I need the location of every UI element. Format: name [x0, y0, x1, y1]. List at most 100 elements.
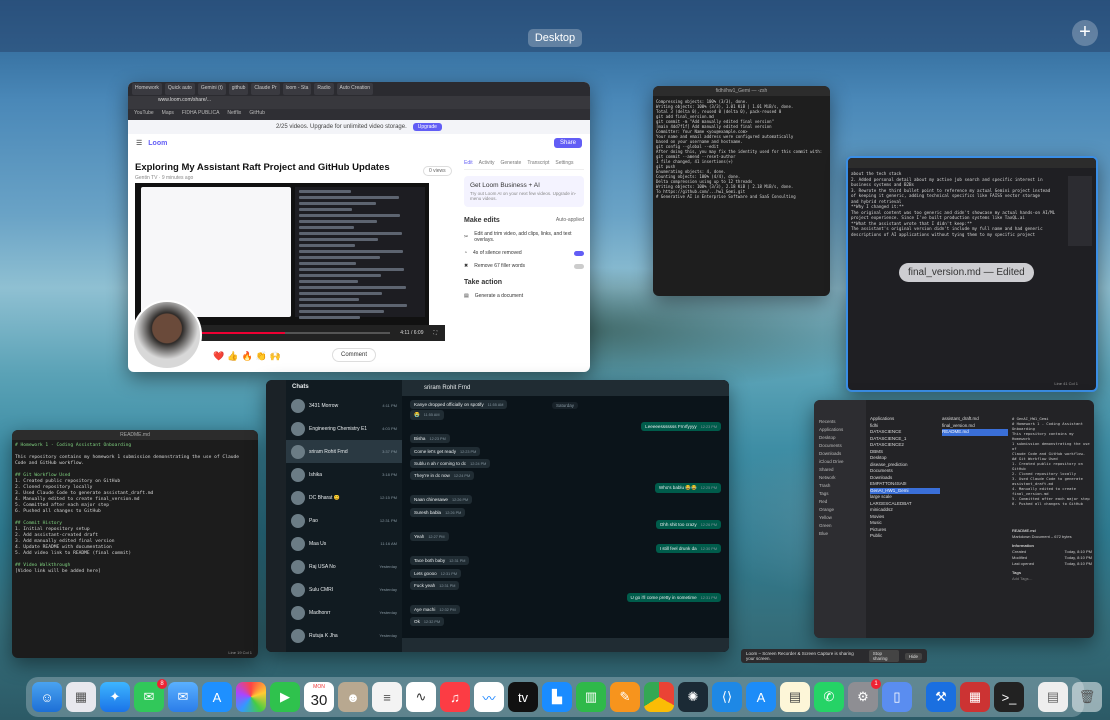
- chat-list-item[interactable]: MadhonrrMissed voice callYesterday: [286, 601, 402, 624]
- numbers-icon[interactable]: ▥: [576, 682, 606, 712]
- message-input[interactable]: [402, 638, 729, 652]
- message-bubble[interactable]: Naan chinesawe 12:26 PM: [410, 495, 473, 505]
- bookmark-item[interactable]: Maps: [162, 110, 174, 119]
- trash-icon[interactable]: 🗑: [1072, 682, 1102, 712]
- xcode-icon[interactable]: ⚒: [926, 682, 956, 712]
- upgrade-button[interactable]: Upgrade: [412, 123, 442, 131]
- readme-text[interactable]: # Homework 1 - Coding Assistant Onboardi…: [12, 440, 258, 578]
- finder-sidebar-item[interactable]: Green: [819, 522, 861, 530]
- terminal-window[interactable]: fidhi/hw1_Gemi — -zsh Compressing object…: [653, 86, 830, 296]
- auto-applied-label[interactable]: Auto-applied: [556, 217, 584, 223]
- conversation-header[interactable]: sriram Rohit Frnd: [402, 380, 729, 396]
- side-tab[interactable]: Settings: [555, 160, 573, 166]
- browser-tab[interactable]: Claude Pr: [251, 83, 280, 95]
- fullscreen-icon[interactable]: ⛶: [433, 330, 437, 336]
- finder-sidebar-item[interactable]: Blue: [819, 530, 861, 538]
- loom-browser-window[interactable]: Homework Quick auto Gemini (t) github Claude…: [128, 82, 590, 372]
- generate-document-row[interactable]: ▤ Generate a document: [464, 293, 584, 299]
- edit-row-filler[interactable]: ✖ Remove 67 filler words: [464, 263, 584, 269]
- bookmark-item[interactable]: Netflix: [227, 110, 241, 119]
- preview-icon[interactable]: ▯: [882, 682, 912, 712]
- reaction-emoji[interactable]: 🙌: [270, 351, 281, 362]
- message-bubble[interactable]: Bisha 12:23 PM: [410, 434, 450, 444]
- finder-sidebar-item[interactable]: Shared: [819, 466, 861, 474]
- finder-icon[interactable]: ☺: [32, 682, 62, 712]
- vscode-icon[interactable]: ⟨⟩: [712, 682, 742, 712]
- message-bubble[interactable]: Leeeeesssssss Frnrfyyyy 12:23 PM: [641, 422, 721, 432]
- chat-list-item[interactable]: Sulu CMRI✔ Voice callYesterday: [286, 578, 402, 601]
- business-upsell-card[interactable]: Get Loom Business + AI Try out Loom AI o…: [464, 176, 584, 207]
- freeform-icon[interactable]: ∿: [406, 682, 436, 712]
- loom-logo[interactable]: Loom: [148, 140, 167, 147]
- message-bubble[interactable]: 😭 11:55 AM: [410, 410, 444, 420]
- finder-sidebar-item[interactable]: Red: [819, 498, 861, 506]
- bookmark-item[interactable]: YouTube: [134, 110, 154, 119]
- chat-list-item[interactable]: 3431 MorrowJennifer: https://...4:11 PM: [286, 394, 402, 417]
- finder-sidebar-item[interactable]: iCloud Drive: [819, 458, 861, 466]
- loom-app-icon[interactable]: ✺: [678, 682, 708, 712]
- side-tab[interactable]: Generate: [500, 160, 521, 166]
- bookmark-item[interactable]: FIDHA PUBLICA: [182, 110, 220, 119]
- notes-icon[interactable]: ▤: [780, 682, 810, 712]
- reaction-emoji[interactable]: 👍: [227, 351, 238, 362]
- message-bubble[interactable]: I still feel drunk da 12:30 PM: [655, 544, 721, 554]
- finder-sidebar-item[interactable]: Trash: [819, 482, 861, 490]
- filler-toggle[interactable]: [574, 263, 584, 269]
- pages-icon[interactable]: ✎: [610, 682, 640, 712]
- system-settings-icon[interactable]: ⚙ 1: [848, 679, 881, 712]
- message-bubble[interactable]: Sublu n ah r coming to dc 12:24 PM: [410, 458, 491, 468]
- message-bubble[interactable]: Ohh shit too crazy 12:26 PM: [655, 519, 721, 529]
- contacts-icon[interactable]: ☻: [338, 682, 368, 712]
- calendar-icon[interactable]: MON 30: [304, 682, 334, 712]
- chat-list-item[interactable]: RadhaYesterday: [286, 647, 402, 652]
- calculator-icon[interactable]: ▦: [960, 682, 990, 712]
- message-bubble[interactable]: Kanye dropped officially on spotify 11:55…: [410, 400, 508, 409]
- reaction-emoji[interactable]: 👏: [256, 351, 267, 362]
- side-tab[interactable]: Activity: [479, 160, 495, 166]
- share-button[interactable]: Share: [553, 138, 582, 148]
- browser-tab[interactable]: Quick auto: [164, 83, 195, 95]
- chat-list-item[interactable]: Rutuja K Jha✔ Take care see ya 😊Yesterda…: [286, 624, 402, 647]
- finder-sidebar-item[interactable]: Tags: [819, 490, 861, 498]
- finder-sidebar-item[interactable]: Network: [819, 474, 861, 482]
- edit-row-silence[interactable]: ◔ 4s of silence removed: [464, 250, 584, 256]
- message-bubble[interactable]: U go i'll come pretty in sometime 12:31 P…: [626, 593, 721, 602]
- edit-row-trim[interactable]: ✂ Edit and trim video, add clips, links, …: [464, 231, 584, 243]
- message-bubble[interactable]: Ok 12:32 PM: [410, 617, 445, 627]
- app-store-dock-icon[interactable]: A: [746, 682, 776, 712]
- message-bubble[interactable]: Lets goooo 12:31 PM: [410, 568, 461, 578]
- reaction-emoji[interactable]: 🔥: [241, 351, 252, 362]
- messages-icon[interactable]: ✉ 8: [134, 679, 167, 712]
- music-icon[interactable]: ♫: [440, 682, 470, 712]
- chrome-icon[interactable]: [644, 682, 674, 712]
- side-tab[interactable]: Transcript: [527, 160, 549, 166]
- finder-sidebar-item[interactable]: Recents: [819, 418, 861, 426]
- message-bubble[interactable]: Aye machi 12:32 PM: [410, 605, 460, 615]
- message-bubble[interactable]: Suresh babla 12:26 PM: [410, 507, 466, 517]
- message-bubble[interactable]: Come let's get ready 12:23 PM: [410, 446, 481, 456]
- message-bubble[interactable]: Who's bablu 😂😂 12:25 PM: [654, 483, 721, 494]
- browser-tab[interactable]: Gemini (t): [197, 83, 226, 95]
- silence-toggle[interactable]: [574, 250, 584, 256]
- add-space-icon[interactable]: +: [1072, 20, 1098, 46]
- chat-list-item[interactable]: Raj USA No✔ Voice callYesterday: [286, 555, 402, 578]
- browser-tab[interactable]: github: [228, 83, 249, 95]
- chat-list-item[interactable]: Maa Us✔ Voice call11:16 AM: [286, 532, 402, 555]
- finder-folder-item[interactable]: Public: [870, 533, 940, 540]
- mail-icon[interactable]: ✉: [168, 682, 198, 712]
- terminal-icon[interactable]: >_: [994, 682, 1024, 712]
- whatsapp-icon[interactable]: ✆: [814, 682, 844, 712]
- finder-window[interactable]: Recents Applications Desktop Documents Downl…: [814, 400, 1094, 638]
- message-bubble[interactable]: Tace both baby 12:31 PM: [410, 556, 470, 566]
- chat-list-item[interactable]: DC Bharat 😊~Ethika Prasanaab: 🎥 Video12:…: [286, 486, 402, 509]
- finder-sidebar-item[interactable]: Downloads: [819, 450, 861, 458]
- browser-tab[interactable]: loom - Sta: [282, 83, 312, 95]
- app-store-icon[interactable]: A: [202, 682, 232, 712]
- keynote-icon[interactable]: ▙: [542, 682, 572, 712]
- documents-stack-icon[interactable]: ▤: [1038, 682, 1068, 712]
- message-bubble[interactable]: They're in dc now 12:24 PM: [410, 471, 475, 480]
- final-version-editor-window[interactable]: about the tech stack 2. Added personal de…: [846, 156, 1098, 392]
- side-tab[interactable]: Edit: [464, 160, 473, 166]
- finder-sidebar-item[interactable]: Yellow: [819, 514, 861, 522]
- readme-editor-window[interactable]: README.md # Homework 1 - Coding Assistan…: [12, 430, 258, 658]
